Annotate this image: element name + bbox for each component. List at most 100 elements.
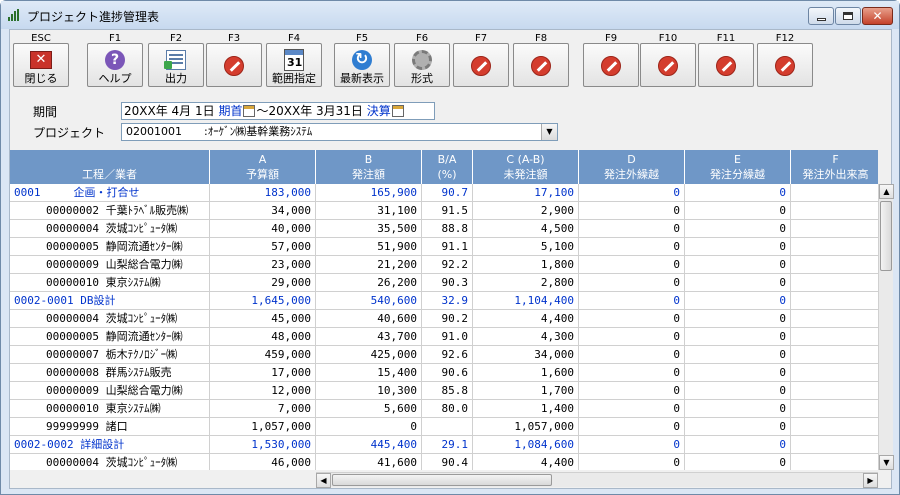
- table-cell: 29.1: [422, 436, 473, 454]
- table-cell: 32.9: [422, 292, 473, 310]
- fkey-button-f6[interactable]: 形式: [394, 43, 450, 87]
- table-cell: 7,000: [210, 400, 316, 418]
- disabled-icon: [773, 54, 797, 78]
- table-cell: 0: [579, 238, 685, 256]
- table-cell: [791, 274, 878, 292]
- scroll-left-icon[interactable]: ◀: [316, 473, 331, 488]
- fkey-button-f9[interactable]: [583, 43, 639, 87]
- table-cell: [791, 382, 878, 400]
- group-row[interactable]: 0002-0001 DB設計 1,645,000 540,600 32.9 1,104,…: [10, 292, 878, 310]
- fkey-button-f7[interactable]: [453, 43, 509, 87]
- fkey-button-f11[interactable]: [698, 43, 754, 87]
- vertical-scrollbar[interactable]: ▲ ▼: [878, 184, 894, 470]
- table-cell: 0: [579, 220, 685, 238]
- table-row[interactable]: 00000007 栃木ﾃｸﾉﾛｼﾞｰ㈱ 459,000 425,000 92.6 34,…: [10, 346, 878, 364]
- table-cell: 10,300: [316, 382, 422, 400]
- period-from[interactable]: 20XX年 4月 1日: [124, 104, 215, 118]
- calendar-icon[interactable]: [391, 105, 404, 117]
- fkey-button-f12[interactable]: [757, 43, 813, 87]
- table-cell: 1,645,000: [210, 292, 316, 310]
- maximize-button[interactable]: [835, 7, 861, 25]
- table-row[interactable]: 00000002 千葉ﾄﾗﾍﾞﾙ販売㈱ 34,000 31,100 91.5 2,900…: [10, 202, 878, 220]
- column-header[interactable]: C (A-B) 未発注額: [473, 150, 579, 184]
- fkey-button-f3[interactable]: [206, 43, 262, 87]
- column-header[interactable]: E 発注分繰越: [685, 150, 791, 184]
- table-cell: 88.8: [422, 220, 473, 238]
- column-header[interactable]: B 発注額: [316, 150, 422, 184]
- column-header[interactable]: F 発注外出来高: [791, 150, 878, 184]
- project-select[interactable]: 02001001 :ｵｰｹﾞﾝ㈱基幹業務ｼｽﾃﾑ ▼: [121, 123, 558, 141]
- table-cell: 0: [579, 328, 685, 346]
- scroll-right-icon[interactable]: ▶: [863, 473, 878, 488]
- row-label: 00000004 茨城ｺﾝﾋﾟｭｰﾀ㈱: [10, 454, 210, 470]
- project-value: 02001001 :ｵｰｹﾞﾝ㈱基幹業務ｼｽﾃﾑ: [126, 125, 313, 138]
- fkey-button-f5[interactable]: 最新表示: [334, 43, 390, 87]
- table-cell: 459,000: [210, 346, 316, 364]
- table-row[interactable]: 00000005 静岡流通ｾﾝﾀｰ㈱ 48,000 43,700 91.0 4,300 0…: [10, 328, 878, 346]
- scroll-thumb[interactable]: [880, 201, 892, 271]
- period-from-button[interactable]: 期首: [218, 104, 242, 118]
- table-cell: 5,600: [316, 400, 422, 418]
- fkey-button-f8[interactable]: [513, 43, 569, 87]
- table-cell: 2,900: [473, 202, 579, 220]
- calendar-icon: 31: [282, 48, 306, 71]
- table-row[interactable]: 00000009 山梨総合電力㈱ 12,000 10,300 85.8 1,700 0 0: [10, 382, 878, 400]
- chart-icon: [8, 9, 22, 21]
- table-row[interactable]: 99999999 諸口 1,057,000 0 1,057,000 0 0: [10, 418, 878, 436]
- column-header-label: 発注外繰越: [604, 168, 659, 181]
- fkey-button-f2[interactable]: 出力: [148, 43, 204, 87]
- grid-header: 工程／業者 A 予算額 B 発注額 B/A (%) C (A-B) 未発注額 D 発注外繰越 E 発注分…: [10, 150, 878, 184]
- column-header[interactable]: 工程／業者: [10, 150, 210, 184]
- column-header-label: 予算額: [246, 168, 279, 181]
- column-header[interactable]: B/A (%): [422, 150, 473, 184]
- close-window-button[interactable]: ✕: [862, 7, 893, 25]
- row-label: 00000010 東京ｼｽﾃﾑ㈱: [10, 274, 210, 292]
- calendar-icon[interactable]: [243, 105, 256, 117]
- table-cell: 1,400: [473, 400, 579, 418]
- table-cell: [791, 328, 878, 346]
- period-to-button[interactable]: 決算: [367, 104, 391, 118]
- table-cell: 1,084,600: [473, 436, 579, 454]
- minimize-button[interactable]: [808, 7, 834, 25]
- column-header-top: A: [258, 153, 267, 166]
- fkey-text: 最新表示: [340, 72, 384, 85]
- group-row[interactable]: 0002-0002 詳細設計 1,530,000 445,400 29.1 1,084,…: [10, 436, 878, 454]
- table-row[interactable]: 00000010 東京ｼｽﾃﾑ㈱ 7,000 5,600 80.0 1,400 0 0: [10, 400, 878, 418]
- horizontal-scrollbar[interactable]: ◀ ▶: [316, 472, 878, 488]
- disabled-icon: [222, 54, 246, 78]
- fkey-button-f10[interactable]: [640, 43, 696, 87]
- table-cell: 34,000: [210, 202, 316, 220]
- period-to[interactable]: 20XX年 3月31日: [268, 104, 362, 118]
- table-row[interactable]: 00000010 東京ｼｽﾃﾑ㈱ 29,000 26,200 90.3 2,800 0 0: [10, 274, 878, 292]
- column-header[interactable]: A 予算額: [210, 150, 316, 184]
- table-row[interactable]: 00000004 茨城ｺﾝﾋﾟｭｰﾀ㈱ 45,000 40,600 90.2 4,400…: [10, 310, 878, 328]
- period-label: 期間: [33, 105, 58, 119]
- row-label: 00000007 栃木ﾃｸﾉﾛｼﾞｰ㈱: [10, 346, 210, 364]
- title-bar[interactable]: プロジェクト進捗管理表 ✕: [1, 1, 899, 29]
- fkey-button-esc[interactable]: ✕ 閉じる: [13, 43, 69, 87]
- table-row[interactable]: 00000004 茨城ｺﾝﾋﾟｭｰﾀ㈱ 40,000 35,500 88.8 4,500…: [10, 220, 878, 238]
- fkey-button-f1[interactable]: ? ヘルプ: [87, 43, 143, 87]
- table-cell: 0: [579, 454, 685, 470]
- table-cell: 183,000: [210, 184, 316, 202]
- table-row[interactable]: 00000005 静岡流通ｾﾝﾀｰ㈱ 57,000 51,900 91.1 5,100 0…: [10, 238, 878, 256]
- table-row[interactable]: 00000008 群馬ｼｽﾃﾑ販売 17,000 15,400 90.6 1,600 0 0: [10, 364, 878, 382]
- group-row[interactable]: 0001 企画・打合せ 183,000 165,900 90.7 17,100 0 0: [10, 184, 878, 202]
- row-label: 00000009 山梨総合電力㈱: [10, 382, 210, 400]
- chevron-down-icon[interactable]: ▼: [541, 124, 557, 140]
- fkey-button-f4[interactable]: 31 範囲指定: [266, 43, 322, 87]
- scroll-thumb[interactable]: [332, 474, 552, 486]
- column-header[interactable]: D 発注外繰越: [579, 150, 685, 184]
- column-header-top: D: [627, 153, 636, 166]
- table-cell: 15,400: [316, 364, 422, 382]
- row-label: 0001 企画・打合せ: [10, 184, 210, 202]
- row-label: 00000002 千葉ﾄﾗﾍﾞﾙ販売㈱: [10, 202, 210, 220]
- table-cell: [791, 184, 878, 202]
- table-cell: 91.1: [422, 238, 473, 256]
- table-row[interactable]: 00000004 茨城ｺﾝﾋﾟｭｰﾀ㈱ 46,000 41,600 90.4 4,400…: [10, 454, 878, 470]
- scroll-down-icon[interactable]: ▼: [879, 455, 894, 470]
- table-cell: 23,000: [210, 256, 316, 274]
- period-field[interactable]: 20XX年 4月 1日 期首 ～20XX年 3月31日 決算: [121, 102, 435, 120]
- scroll-up-icon[interactable]: ▲: [879, 184, 894, 199]
- table-row[interactable]: 00000009 山梨総合電力㈱ 23,000 21,200 92.2 1,800 0 0: [10, 256, 878, 274]
